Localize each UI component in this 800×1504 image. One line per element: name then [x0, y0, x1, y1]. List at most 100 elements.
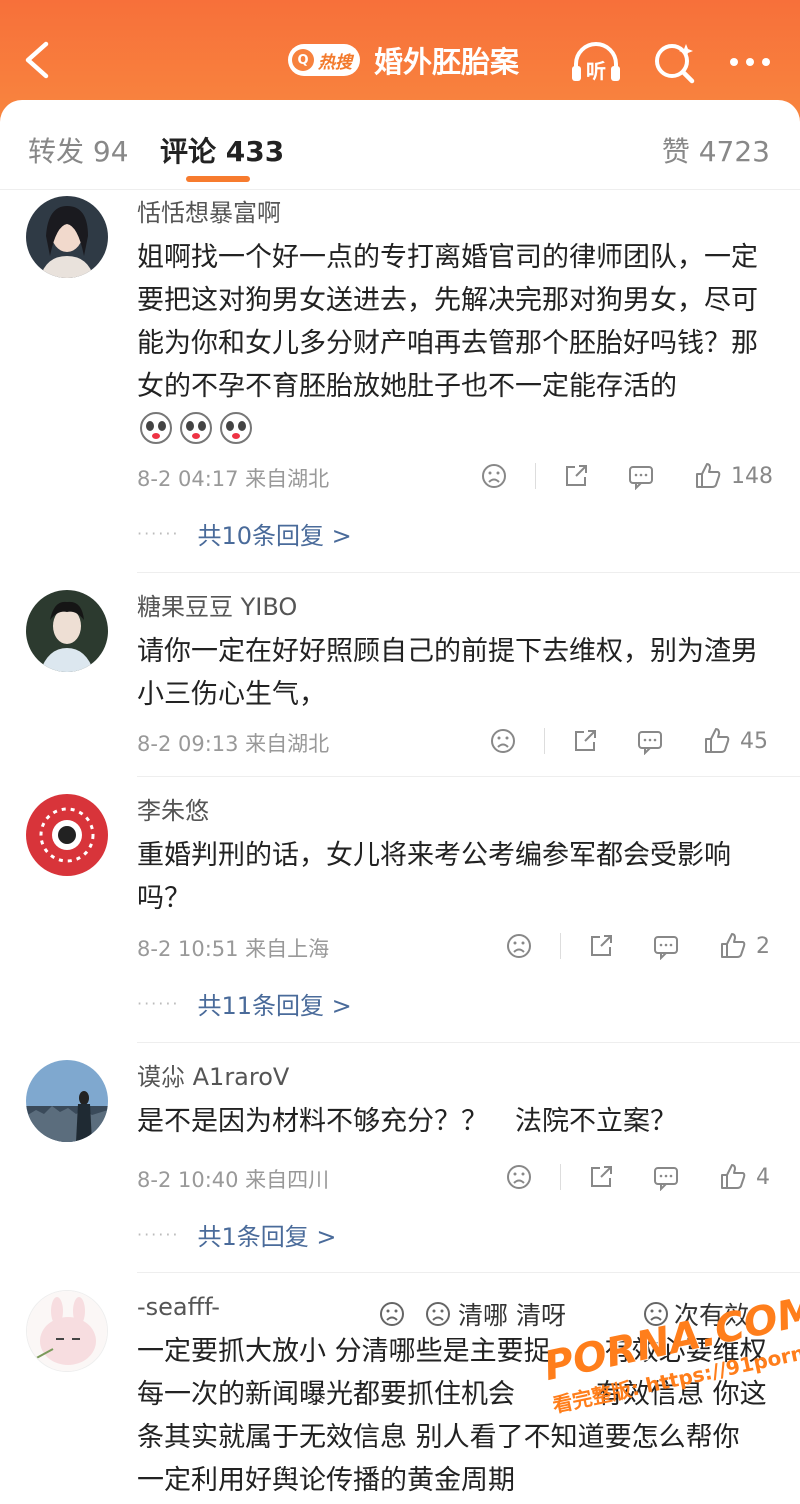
- ellipsis-icon: ······: [137, 1224, 180, 1244]
- view-replies-link[interactable]: ······ 共1条回复 >: [137, 1214, 337, 1254]
- share-icon: [575, 730, 596, 751]
- comment-body: 糖果豆豆 YIBO 请你一定在好好照顾自己的前提下去维权，别为渣男小三伤心生气，: [137, 590, 770, 716]
- divider-line: [560, 1164, 561, 1190]
- headphones-icon: 听: [572, 42, 620, 83]
- comment-divider: [137, 1272, 800, 1273]
- like-count: 148: [731, 463, 773, 489]
- share-icon: [566, 465, 587, 486]
- more-button[interactable]: [724, 38, 780, 86]
- avatar[interactable]: [26, 196, 108, 278]
- comment-time: 8-2 10:40 来自四川: [137, 1168, 330, 1192]
- sad-face-icon: [380, 1302, 404, 1326]
- divider-line: [544, 728, 545, 754]
- sad-face-icon: [426, 1302, 450, 1326]
- comment-meta: 8-2 10:40 来自四川 4: [137, 1158, 777, 1198]
- thumbs-up-icon: [721, 933, 746, 958]
- sad-panda-icon: [180, 412, 212, 444]
- comment-icon: [629, 466, 653, 490]
- like-count: 2: [756, 933, 770, 959]
- chevron-left-icon: [25, 41, 49, 79]
- dislike-button[interactable]: [505, 929, 533, 963]
- username[interactable]: 糖果豆豆 YIBO: [137, 590, 770, 624]
- tab-repost[interactable]: 转发 94: [28, 130, 129, 170]
- sad-face-icon: [491, 729, 515, 753]
- comment-text: 是不是因为材料不够充分？？ 法院不立案？: [137, 1106, 677, 1137]
- avatar[interactable]: [26, 1290, 108, 1372]
- tab-bar: 转发 94 评论 433 赞 4723: [0, 100, 800, 190]
- divider-line: [535, 463, 536, 489]
- avatar[interactable]: [26, 1060, 108, 1142]
- like-count: 4: [756, 1164, 770, 1190]
- comment-text: 重婚判刑的话，女儿将来考公考编参军都会受影响吗？: [137, 840, 731, 914]
- comment-text: 请你一定在好好照顾自己的前提下去维权，别为渣男小三伤心生气，: [137, 636, 758, 710]
- user-avatar-image: [26, 196, 108, 278]
- sad-face-icon: [507, 1165, 531, 1189]
- thumbs-up-icon: [705, 728, 730, 753]
- avatar[interactable]: [26, 794, 108, 876]
- tab-likes[interactable]: 赞 4723: [662, 130, 770, 170]
- user-avatar-image: [27, 1291, 107, 1371]
- tab-comments[interactable]: 评论 433: [160, 130, 284, 170]
- search-button[interactable]: [648, 38, 704, 86]
- reply-button[interactable]: [652, 1160, 680, 1194]
- share-button[interactable]: [587, 929, 615, 963]
- back-button[interactable]: [18, 38, 58, 82]
- comment-meta: 8-2 10:51 来自上海 2: [137, 927, 777, 967]
- comment-time: 8-2 04:17 来自湖北: [137, 467, 330, 491]
- dislike-button[interactable]: [505, 1160, 533, 1194]
- page-title: 婚外胚胎案: [374, 45, 520, 79]
- dislike-button[interactable]: [480, 459, 508, 493]
- comment-divider: [137, 1042, 800, 1043]
- comment-body: 李朱悠 重婚判刑的话，女儿将来考公考编参军都会受影响吗？: [137, 794, 770, 920]
- comment-icon: [654, 936, 678, 960]
- username[interactable]: 李朱悠: [137, 794, 770, 828]
- reaction-fragment-text: 清哪 清呀: [458, 1301, 566, 1330]
- hot-search-icon: Q: [292, 49, 314, 71]
- divider-line: [560, 933, 561, 959]
- replies-count: 共1条回复 >: [197, 1222, 337, 1251]
- comment-icon: [638, 731, 662, 755]
- view-replies-link[interactable]: ······ 共11条回复 >: [137, 983, 352, 1023]
- share-icon: [591, 935, 612, 956]
- avatar[interactable]: [26, 590, 108, 672]
- dislike-button[interactable]: [489, 724, 517, 758]
- ellipsis-icon: ······: [137, 993, 180, 1013]
- sad-panda-icon: [140, 412, 172, 444]
- like-button[interactable]: 45: [702, 724, 768, 758]
- username[interactable]: 谟尛 A1raroV: [137, 1060, 770, 1094]
- reply-button[interactable]: [636, 724, 664, 758]
- share-button[interactable]: [562, 459, 590, 493]
- hot-search-label: 热搜: [318, 52, 352, 73]
- active-tab-indicator: [186, 176, 250, 182]
- share-icon: [591, 1166, 612, 1187]
- sad-face-icon: [482, 464, 506, 488]
- like-button[interactable]: 2: [718, 929, 770, 963]
- username[interactable]: 恬恬想暴富啊: [137, 196, 770, 230]
- share-button[interactable]: [587, 1160, 615, 1194]
- replies-count: 共11条回复 >: [197, 991, 352, 1020]
- ellipsis-icon: ······: [137, 523, 180, 543]
- sad-panda-icon: [220, 412, 252, 444]
- view-replies-link[interactable]: ······ 共10条回复 >: [137, 513, 352, 553]
- share-button[interactable]: [571, 724, 599, 758]
- user-avatar-image: [26, 794, 108, 876]
- comment-text: 姐啊找一个好一点的专打离婚官司的律师团队，一定要把这对狗男女送进去，先解决完那对…: [137, 236, 770, 451]
- comment-divider: [137, 776, 800, 777]
- title-group: Q 热搜 婚外胚胎案: [288, 40, 519, 80]
- comment-time: 8-2 10:51 来自上海: [137, 937, 330, 961]
- like-count: 45: [740, 728, 768, 754]
- listen-button[interactable]: 听: [568, 38, 624, 86]
- like-button[interactable]: 4: [718, 1160, 770, 1194]
- reply-button[interactable]: [652, 929, 680, 963]
- comment-meta: 8-2 04:17 来自湖北 148: [137, 457, 777, 497]
- hot-search-badge[interactable]: Q 热搜: [288, 44, 360, 76]
- emoji-row: [137, 412, 253, 445]
- sad-face-icon: [507, 934, 531, 958]
- comment-time: 8-2 09:13 来自湖北: [137, 732, 330, 756]
- replies-count: 共10条回复 >: [197, 521, 352, 550]
- like-button[interactable]: 148: [693, 459, 773, 493]
- comment-icon: [654, 1167, 678, 1191]
- reply-button[interactable]: [627, 459, 655, 493]
- search-sparkle-icon: [655, 44, 695, 84]
- comment-text-content: 姐啊找一个好一点的专打离婚官司的律师团队，一定要把这对狗男女送进去，先解决完那对…: [137, 242, 758, 402]
